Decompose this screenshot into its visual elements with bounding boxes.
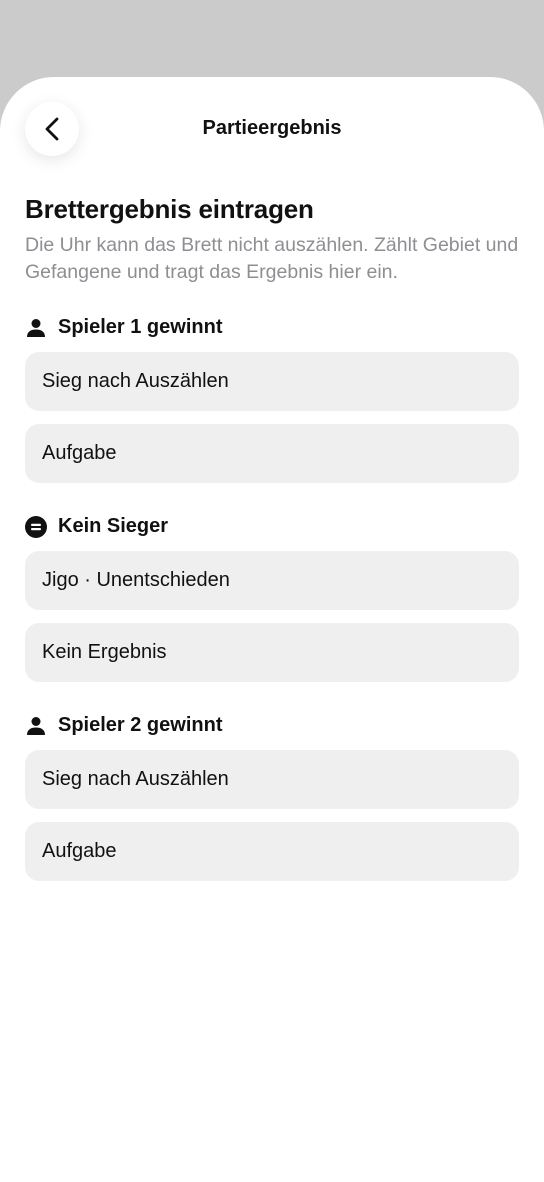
- option-label: Aufgabe: [42, 840, 117, 862]
- section-no-winner: Kein Sieger: [25, 515, 168, 538]
- option-player2-count-win[interactable]: Sieg nach Auszählen: [25, 750, 519, 809]
- option-player2-resignation[interactable]: Aufgabe: [25, 822, 519, 881]
- option-player1-resignation[interactable]: Aufgabe: [25, 424, 519, 483]
- option-jigo-draw[interactable]: Jigo · Unentschieden: [25, 551, 519, 610]
- option-label: Kein Ergebnis: [42, 641, 167, 663]
- option-label: Aufgabe: [42, 442, 117, 464]
- person-icon: [25, 317, 47, 339]
- page-description: Die Uhr kann das Brett nicht auszählen. …: [25, 234, 519, 283]
- section-label: Spieler 2 gewinnt: [58, 714, 223, 736]
- page-heading: Brettergebnis eintragen: [25, 194, 314, 224]
- option-player1-count-win[interactable]: Sieg nach Auszählen: [25, 352, 519, 411]
- option-label: Sieg nach Auszählen: [42, 768, 229, 790]
- section-player1-wins: Spieler 1 gewinnt: [25, 316, 222, 339]
- option-no-result[interactable]: Kein Ergebnis: [25, 623, 519, 682]
- section-player2-wins: Spieler 2 gewinnt: [25, 714, 222, 737]
- equals-circle-icon: [25, 515, 47, 538]
- option-label: Jigo · Unentschieden: [42, 569, 230, 591]
- result-sheet: Partieergebnis Brettergebnis eintragen D…: [0, 77, 544, 1182]
- person-icon: [25, 715, 47, 737]
- option-label: Sieg nach Auszählen: [42, 370, 229, 392]
- section-label: Spieler 1 gewinnt: [58, 316, 223, 338]
- nav-title: Partieergebnis: [202, 117, 342, 139]
- section-label: Kein Sieger: [58, 515, 169, 537]
